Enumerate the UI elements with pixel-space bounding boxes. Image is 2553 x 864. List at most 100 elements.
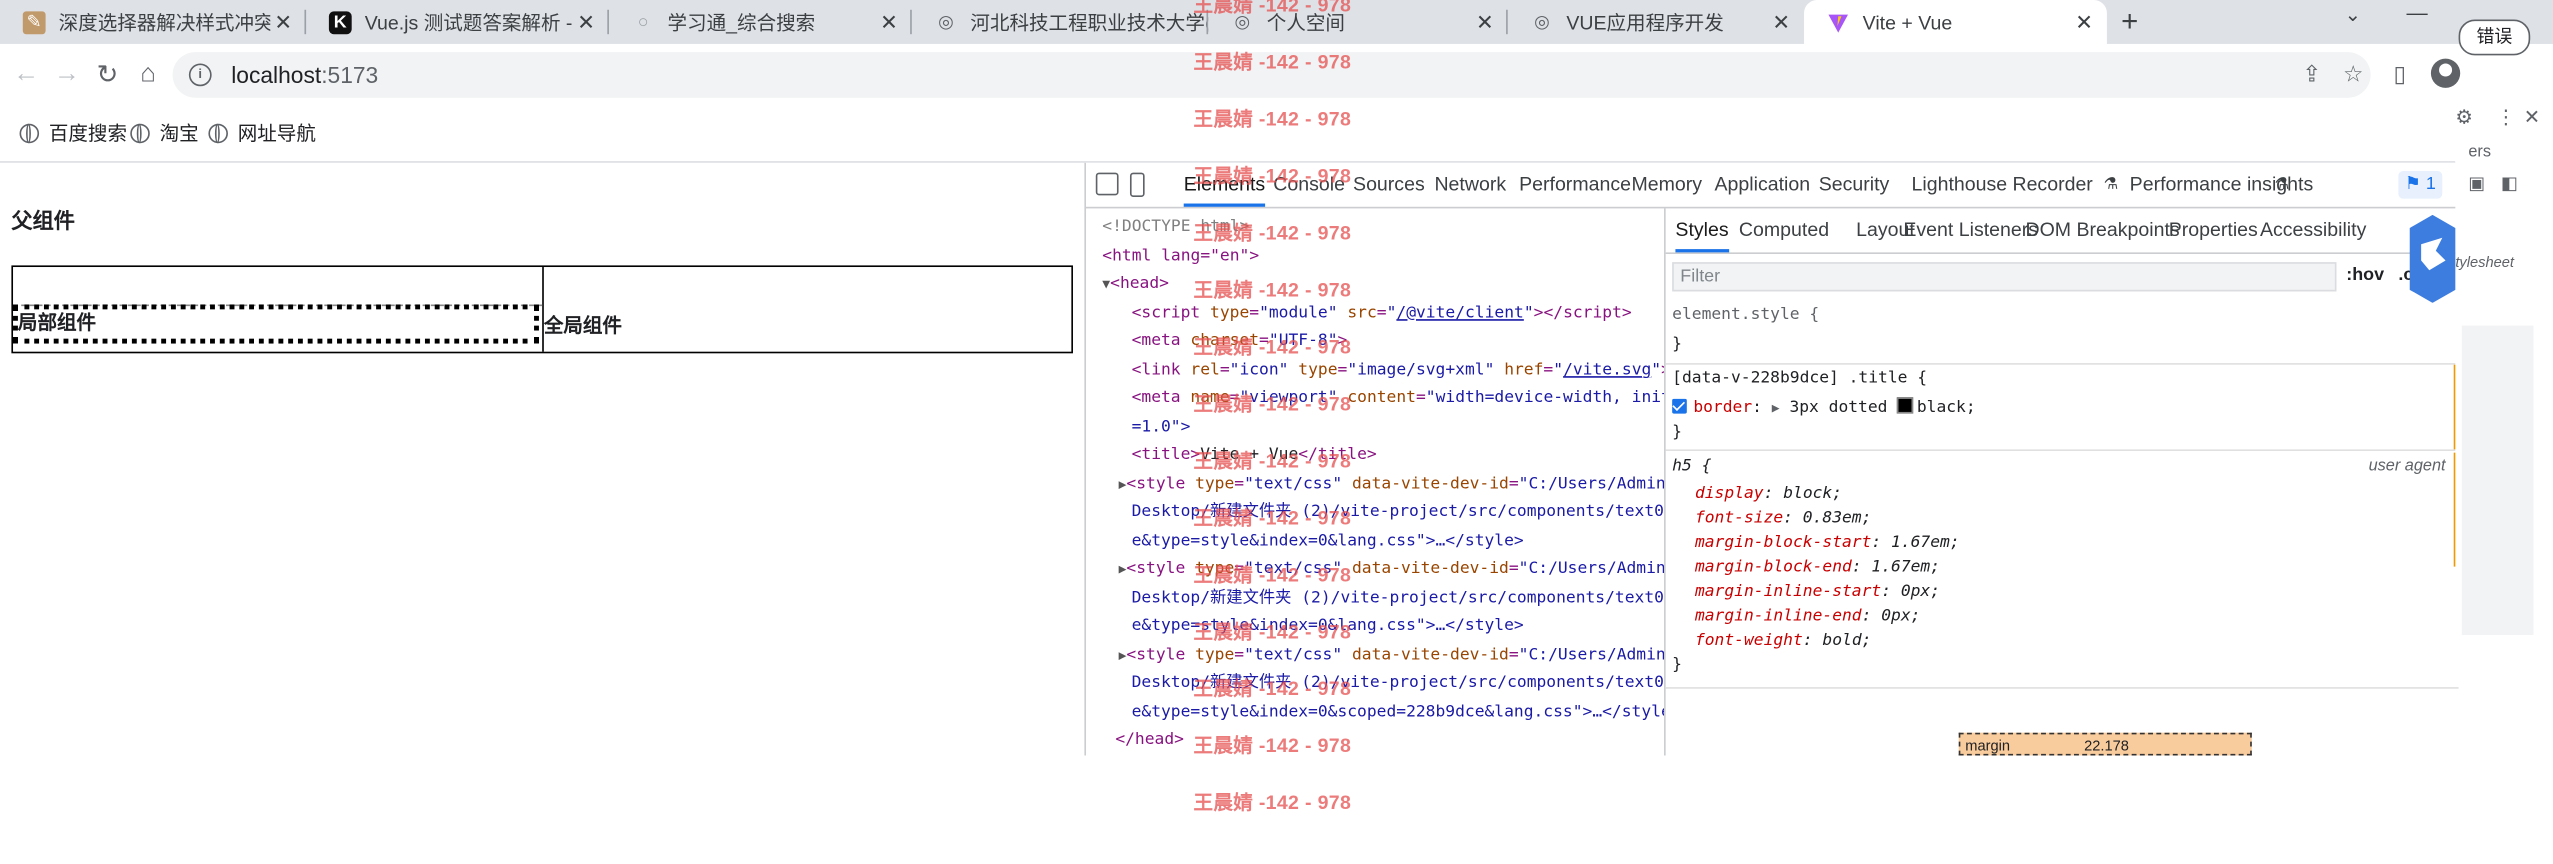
expand-triangle-icon[interactable]: ▶ [1119, 562, 1127, 577]
sidebar-icon[interactable]: ▯ [2393, 60, 2406, 88]
close-icon[interactable]: ✕ [876, 9, 902, 35]
close-icon[interactable]: ✕ [1472, 9, 1498, 35]
dom-node[interactable]: <meta name="viewport" content="width=dev… [1132, 384, 1664, 412]
dom-node[interactable]: Desktop/新建文件夹 (2)/vite-project/src/compo… [1132, 669, 1664, 697]
browser-tab-2[interactable]: K Vue.js 测试题答案解析 - Kimi.ai ✕ [306, 0, 609, 44]
tab-security[interactable]: Security [1819, 163, 1890, 207]
tab-sources[interactable]: Sources [1353, 163, 1425, 207]
expand-triangle-icon[interactable]: ▶ [1119, 476, 1127, 491]
expand-triangle-icon[interactable]: ▶ [1119, 647, 1127, 662]
new-tab-button[interactable]: + [2113, 0, 2146, 44]
tab-recorder[interactable]: Recorder [2012, 163, 2092, 207]
close-icon[interactable]: ✕ [2524, 106, 2540, 129]
dom-node[interactable]: <html lang="en"> [1102, 242, 1259, 270]
issues-badge[interactable]: ⚑ 1 [2398, 170, 2443, 199]
browser-tab-6[interactable]: ◎ VUE应用程序开发 ✕ [1508, 0, 1804, 44]
tab-accessibility[interactable]: Accessibility [2260, 208, 2366, 252]
styles-filter-input[interactable]: Filter [1672, 262, 2337, 292]
address-bar[interactable]: i localhost:5173 [172, 52, 2371, 98]
dom-node[interactable]: <link rel="icon" type="image/svg+xml" hr… [1132, 356, 1664, 384]
rule-declaration[interactable]: font-size: 0.83em; [1695, 510, 1871, 528]
browser-tab-3[interactable]: ○ 学习通_综合搜索 ✕ [609, 0, 912, 44]
browser-tab-4[interactable]: ◎ 河北科技工程职业技术大学(应用 [912, 0, 1209, 44]
rule-declaration[interactable]: margin-block-end: 1.67em; [1695, 558, 1940, 576]
dom-node[interactable]: =1.0"> [1132, 413, 1191, 441]
tab-elements[interactable]: Elements [1183, 163, 1266, 207]
dom-node[interactable]: <script type="module" src="/@vite/client… [1132, 299, 1632, 327]
rule-declaration[interactable]: border: ▶ 3px dotted black; [1672, 397, 1976, 417]
close-icon[interactable]: ✕ [2071, 9, 2097, 35]
rule-close: } [1672, 335, 1682, 354]
device-toggle-icon[interactable] [1129, 172, 1145, 198]
local-component-title: 局部组件 [13, 304, 539, 344]
rule-declaration[interactable]: font-weight: bold; [1695, 632, 1871, 650]
url-text[interactable]: localhost:5173 [231, 62, 378, 88]
save-icon[interactable]: ▣ [2468, 173, 2485, 194]
rule-declaration[interactable]: display: block; [1695, 485, 1842, 503]
style-rule: element.style { } [1665, 303, 2459, 365]
forward-icon[interactable]: → [50, 59, 83, 92]
close-icon[interactable]: ✕ [1768, 9, 1794, 35]
dom-node[interactable]: e&type=style&index=0&lang.css">…</style> [1132, 527, 1524, 555]
tab-console[interactable]: Console [1273, 163, 1345, 207]
share-icon[interactable]: ⇪ [2302, 60, 2321, 88]
dom-node[interactable]: <!DOCTYPE html> [1102, 213, 1249, 241]
bookmark-item[interactable]: 网址导航 [208, 119, 316, 147]
dom-node[interactable]: </head> [1115, 726, 1184, 754]
tab-styles[interactable]: Styles [1675, 208, 1729, 253]
dom-node[interactable]: <title>Vite + Vue</title> [1132, 441, 1377, 469]
rule-declaration[interactable]: margin-block-start: 1.67em; [1695, 534, 1960, 552]
error-badge[interactable]: 错误 [2458, 19, 2531, 56]
bird-app-icon[interactable] [2406, 214, 2458, 303]
dom-node[interactable]: ▶<style type="text/css" data-vite-dev-id… [1119, 470, 1664, 498]
dom-node[interactable]: Desktop/新建文件夹 (2)/vite-project/src/compo… [1132, 584, 1664, 612]
chevron-down-icon[interactable]: ⌄ [2345, 3, 2361, 26]
minimize-icon[interactable]: — [2406, 0, 2427, 24]
dom-node[interactable]: ▶<style type="text/css" data-vite-dev-id… [1119, 555, 1664, 583]
dom-node[interactable]: e&type=style&index=0&lang.css">…</style> [1132, 612, 1524, 640]
bookmark-item[interactable]: 百度搜索 [19, 119, 127, 147]
bookmark-item[interactable]: 淘宝 [130, 119, 199, 147]
star-icon[interactable]: ☆ [2343, 60, 2363, 88]
tab-title: 个人空间 [1266, 11, 1345, 35]
profile-avatar[interactable] [2430, 58, 2461, 88]
rule-selector[interactable]: [data-v-228b9dce] .title { [1672, 370, 1927, 388]
expand-triangle-icon[interactable]: ▼ [1102, 277, 1110, 292]
gear-icon[interactable]: ⚙ [2455, 106, 2473, 129]
hov-toggle[interactable]: :hov [2346, 265, 2384, 285]
tab-dom-breakpoints[interactable]: DOM Breakpoints [2025, 208, 2179, 252]
close-icon[interactable]: ✕ [270, 9, 296, 35]
inspect-icon[interactable] [1095, 172, 1119, 196]
rule-selector[interactable]: element.style { [1672, 306, 1819, 324]
browser-tab-5[interactable]: ◎ 个人空间 ✕ [1208, 0, 1508, 44]
back-icon[interactable]: ← [10, 59, 43, 92]
tab-performance[interactable]: Performance [1519, 163, 1631, 207]
checkbox-icon[interactable] [1672, 398, 1687, 414]
home-icon[interactable]: ⌂ [132, 59, 165, 92]
info-icon[interactable]: i [188, 63, 212, 87]
dom-node[interactable]: e&type=style&index=0&scoped=228b9dce&lan… [1132, 698, 1664, 726]
rule-declaration[interactable]: margin-inline-end: 0px; [1695, 607, 1921, 625]
dock-icon[interactable]: ◧ [2501, 173, 2518, 194]
browser-tab-1[interactable]: ✎ 深度选择器解决样式冲突-题解 ✕ [0, 0, 307, 44]
globe-icon: ◎ [1534, 13, 1550, 33]
rule-selector[interactable]: h5 { [1672, 458, 1711, 476]
tab-lighthouse[interactable]: Lighthouse [1912, 163, 2008, 207]
tab-properties[interactable]: Properties [2169, 208, 2258, 252]
browser-tab-7[interactable]: Vite + Vue ✕ [1804, 0, 2107, 44]
tab-event-listeners[interactable]: Event Listeners [1903, 208, 2038, 252]
tab-application[interactable]: Application [1714, 163, 1810, 207]
tab-computed[interactable]: Computed [1739, 208, 1829, 252]
reload-icon[interactable]: ↻ [91, 59, 124, 92]
dom-node[interactable]: Desktop/新建文件夹 (2)/vite-project/src/compo… [1132, 498, 1664, 526]
more-icon[interactable]: ⋮ [2496, 106, 2516, 129]
dom-node[interactable]: <meta charset="UTF-8"> [1132, 327, 1348, 355]
dom-node[interactable]: ▼<head> [1102, 270, 1169, 298]
rule-declaration[interactable]: margin-inline-start: 0px; [1695, 583, 1940, 601]
close-icon[interactable]: ✕ [573, 9, 599, 35]
dom-node[interactable]: ▶<style type="text/css" data-vite-dev-id… [1119, 641, 1664, 669]
color-swatch[interactable] [1897, 397, 1914, 414]
tab-network[interactable]: Network [1434, 163, 1506, 207]
tab-title: 深度选择器解决样式冲突-题解 [58, 11, 271, 35]
tab-memory[interactable]: Memory [1631, 163, 1702, 207]
